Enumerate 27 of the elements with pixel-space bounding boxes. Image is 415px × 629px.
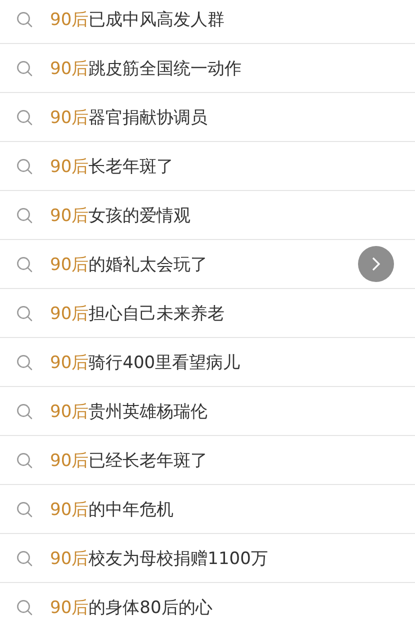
search-suggestion[interactable]: 90后已成中风高发人群 — [50, 8, 225, 30]
search-suggestion[interactable]: 90后的中年危机 — [50, 498, 174, 520]
search-icon — [16, 304, 33, 322]
search-suggestion[interactable]: 90后器官捐献协调员 — [50, 106, 208, 128]
search-suggestion[interactable]: 90后女孩的爱情观 — [50, 204, 191, 226]
search-icon — [16, 402, 33, 420]
search-icon — [16, 354, 33, 370]
search-suggestion[interactable]: 90后骑行400里看望病儿 — [50, 350, 240, 374]
search-suggestion[interactable]: 90后担心自己未来养老 — [50, 302, 225, 324]
search-icon — [16, 550, 33, 566]
search-icon — [16, 500, 33, 518]
search-icon — [16, 452, 33, 468]
search-icon — [16, 598, 33, 616]
search-icon — [16, 108, 33, 126]
search-suggestion[interactable]: 90后贵州英雄杨瑞伦 — [50, 400, 208, 422]
search-icon — [16, 60, 33, 76]
search-icon — [16, 206, 33, 224]
search-icon — [16, 158, 33, 174]
search-suggestion[interactable]: 90后校友为母校捐赠1100万 — [50, 546, 268, 570]
search-icon — [16, 256, 33, 272]
search-suggestion[interactable]: 90后跳皮筋全国统一动作 — [50, 56, 242, 80]
search-icon — [16, 10, 33, 28]
search-suggestion[interactable]: 90后的婚礼太会玩了 — [50, 252, 208, 276]
search-suggestion[interactable]: 90后长老年斑了 — [50, 154, 174, 178]
search-suggestion[interactable]: 90后已经长老年斑了 — [50, 448, 208, 472]
search-suggestion[interactable]: 90后的身体80后的心 — [50, 596, 212, 618]
next-button[interactable] — [358, 246, 394, 282]
